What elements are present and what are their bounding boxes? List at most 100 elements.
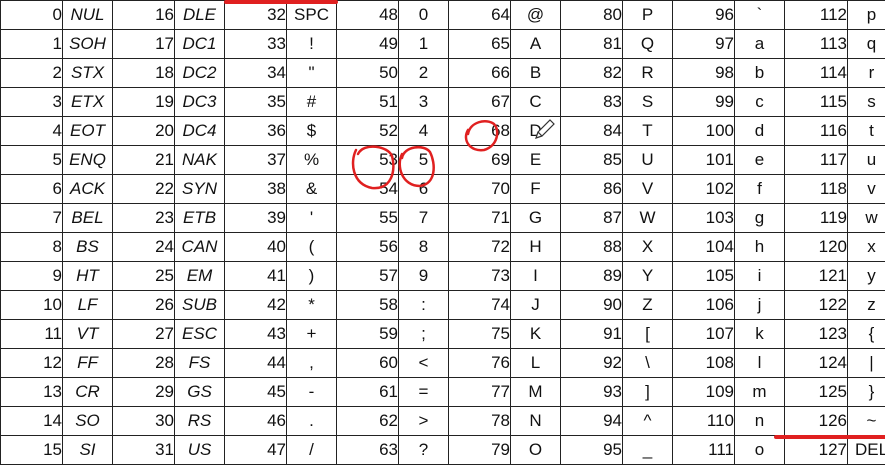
char-cell: I [510, 261, 561, 291]
char-cell: c [734, 87, 785, 117]
char-cell: ) [286, 261, 337, 291]
char-cell: _ [622, 435, 673, 465]
code-cell: 38 [224, 174, 287, 204]
char-cell: O [510, 435, 561, 465]
code-cell: 39 [224, 203, 287, 233]
char-cell: C [510, 87, 561, 117]
char-cell: SUB [174, 290, 225, 320]
char-cell: 7 [398, 203, 449, 233]
code-cell: 100 [672, 116, 735, 146]
code-cell: 115 [784, 87, 848, 117]
char-cell: H [510, 232, 561, 262]
code-cell: 96 [672, 0, 735, 30]
char-cell: b [734, 58, 785, 88]
char-cell: FS [174, 348, 225, 378]
code-cell: 66 [448, 58, 511, 88]
char-cell: . [286, 406, 337, 436]
char-cell: % [286, 145, 337, 175]
code-cell: 105 [672, 261, 735, 291]
char-cell: ? [398, 435, 449, 465]
code-cell: 24 [112, 232, 175, 262]
code-cell: 85 [560, 145, 623, 175]
char-cell: k [734, 319, 785, 349]
char-cell: t [847, 116, 885, 146]
code-cell: 44 [224, 348, 287, 378]
code-cell: 65 [448, 29, 511, 59]
code-cell: 84 [560, 116, 623, 146]
char-cell: D [510, 116, 561, 146]
char-cell: & [286, 174, 337, 204]
code-cell: 49 [336, 29, 399, 59]
code-cell: 109 [672, 377, 735, 407]
char-cell: y [847, 261, 885, 291]
code-cell: 32 [224, 0, 287, 30]
char-cell: 1 [398, 29, 449, 59]
code-cell: 0 [0, 0, 63, 30]
table-row: 15 SI 31 US 47/63? 79 O 95 _ 111 o 127 DEL [0, 435, 885, 465]
char-cell: VT [62, 319, 113, 349]
char-cell: p [847, 0, 885, 30]
code-cell: 110 [672, 406, 735, 436]
char-cell: CAN [174, 232, 225, 262]
char-cell: P [622, 0, 673, 30]
code-cell: 90 [560, 290, 623, 320]
code-cell: 7 [0, 203, 63, 233]
char-cell: R [622, 58, 673, 88]
code-cell: 86 [560, 174, 623, 204]
char-cell: ` [734, 0, 785, 30]
char-cell: FF [62, 348, 113, 378]
code-cell: 25 [112, 261, 175, 291]
char-cell: + [286, 319, 337, 349]
char-cell: SOH [62, 29, 113, 59]
char-cell: F [510, 174, 561, 204]
code-cell: 52 [336, 116, 399, 146]
code-cell: 4 [0, 116, 63, 146]
code-cell: 78 [448, 406, 511, 436]
char-cell: l [734, 348, 785, 378]
char-cell: e [734, 145, 785, 175]
table-row: 10 LF 26 SUB 42 * 58:74 J 90 Z 106 j 122 z [0, 290, 885, 320]
code-cell: 48 [336, 0, 399, 30]
char-cell: J [510, 290, 561, 320]
code-cell: 102 [672, 174, 735, 204]
code-cell: 8 [0, 232, 63, 262]
code-cell: 75 [448, 319, 511, 349]
char-cell: [ [622, 319, 673, 349]
code-cell: 121 [784, 261, 848, 291]
char-cell: ! [286, 29, 337, 59]
char-cell: ACK [62, 174, 113, 204]
char-cell: 8 [398, 232, 449, 262]
code-cell: 19 [112, 87, 175, 117]
code-cell: 104 [672, 232, 735, 262]
char-cell: m [734, 377, 785, 407]
char-cell: BS [62, 232, 113, 262]
char-cell: u [847, 145, 885, 175]
table-row: 9 HT 25 EM 41) 57 9 73 I 89 Y 105 i 121 y [0, 261, 885, 291]
char-cell: { [847, 319, 885, 349]
code-cell: 59 [336, 319, 399, 349]
code-cell: 28 [112, 348, 175, 378]
char-cell: STX [62, 58, 113, 88]
code-cell: 119 [784, 203, 848, 233]
char-cell: o [734, 435, 785, 465]
code-cell: 125 [784, 377, 848, 407]
code-cell: 69 [448, 145, 511, 175]
code-cell: 74 [448, 290, 511, 320]
code-cell: 80 [560, 0, 623, 30]
char-cell: ETB [174, 203, 225, 233]
code-cell: 10 [0, 290, 63, 320]
char-cell: U [622, 145, 673, 175]
code-cell: 5 [0, 145, 63, 175]
code-cell: 57 [336, 261, 399, 291]
code-cell: 114 [784, 58, 848, 88]
code-cell: 68 [448, 116, 511, 146]
char-cell: @ [510, 0, 561, 30]
code-cell: 61 [336, 377, 399, 407]
code-cell: 2 [0, 58, 63, 88]
char-cell: v [847, 174, 885, 204]
table-row: 13 CR 29 GS 45-61 = 77 M 93] 109 m 125} [0, 377, 885, 407]
code-cell: 93 [560, 377, 623, 407]
char-cell: f [734, 174, 785, 204]
char-cell: ESC [174, 319, 225, 349]
char-cell: S [622, 87, 673, 117]
